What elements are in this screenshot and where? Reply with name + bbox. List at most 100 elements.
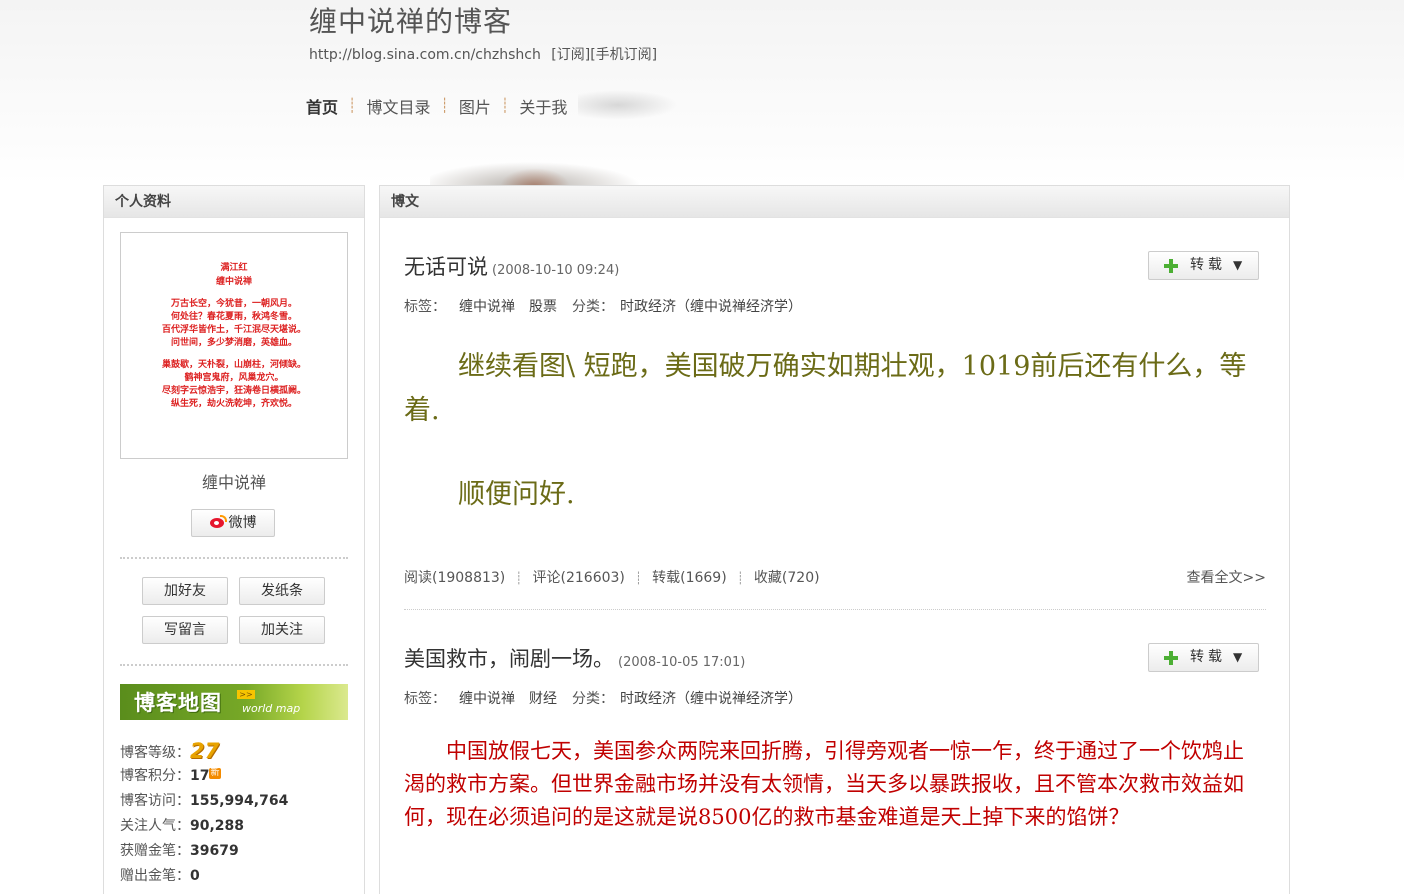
post-time: (2008-10-10 09:24) <box>492 263 620 278</box>
post-divider <box>404 609 1266 610</box>
stat-label: 博客积分： <box>120 768 190 784</box>
subscribe-link[interactable]: [订阅] <box>551 47 590 63</box>
blog-map-subtitle: world map <box>242 702 301 715</box>
stat-visits: 博客访问：155,994,764 <box>120 789 288 814</box>
poem-title: 满江红 <box>220 263 248 273</box>
divider <box>120 557 348 559</box>
stat-level: 博客等级：27 <box>120 739 288 764</box>
poem-line: 万古长空，今犹昔，一朝风月。 <box>170 299 297 309</box>
ink-splash-decoration <box>578 90 678 120</box>
repost-button[interactable]: 转载 ▼ <box>1148 251 1259 280</box>
stat-received-pens: 获赠金笔：39679 <box>120 839 288 864</box>
stat-given-pens: 赠出金笔：0 <box>120 864 288 889</box>
blog-stats: 博客等级：27 博客积分：17新 博客访问：155,994,764 关注人气：9… <box>120 739 288 889</box>
caret-down-icon: ▼ <box>1233 650 1243 664</box>
repost-count[interactable]: 转载(1669) <box>652 570 727 586</box>
poem-line: 问世间，多少梦消磨，英雄血。 <box>170 338 297 348</box>
mobile-subscribe-link[interactable]: [手机订阅] <box>590 47 657 63</box>
plus-icon <box>1164 651 1178 665</box>
post-item: 无话可说 (2008-10-10 09:24) 转载 ▼ 标签： 缠中说禅 股票 分类：… <box>404 251 1266 591</box>
blog-url-line: http://blog.sina.com.cn/chzhshch [订阅][手机… <box>309 44 657 64</box>
plus-icon <box>1164 259 1178 273</box>
category-link[interactable]: 时政经济（缠中说禅经济学） <box>620 691 802 707</box>
weibo-icon <box>209 515 227 529</box>
repost-label: 转载 <box>1190 649 1226 665</box>
tag-link[interactable]: 财经 <box>529 691 557 707</box>
repost-label: 转载 <box>1190 257 1226 273</box>
blog-map-title: 博客地图 <box>134 691 222 715</box>
articles-panel-title: 博文 <box>380 186 1289 218</box>
tag-link[interactable]: 股票 <box>529 299 557 315</box>
caret-down-icon: ▼ <box>1233 258 1243 272</box>
new-badge: 新 <box>209 768 221 779</box>
poem-line: 百代浮华皆作土，千江泯尽天堪说。 <box>161 325 306 335</box>
nav-separator: ┊ <box>440 98 449 114</box>
favorite-link[interactable]: 收藏(720) <box>754 570 820 586</box>
action-separator: ┊ <box>634 571 643 585</box>
read-count[interactable]: 阅读(1908813) <box>404 570 505 586</box>
comment-link[interactable]: 评论(216603) <box>533 570 625 586</box>
post-meta: 标签： 缠中说禅 财经 分类： 时政经济（缠中说禅经济学） <box>404 688 802 708</box>
weibo-button[interactable]: 微博 <box>191 509 275 537</box>
blog-points-value: 17 <box>190 768 210 784</box>
tags-label: 标签： <box>404 691 446 707</box>
given-pens-value: 0 <box>190 868 200 884</box>
blog-page: 缠中说禅的博客 http://blog.sina.com.cn/chzhshch… <box>0 0 1404 894</box>
action-separator: ┊ <box>736 571 744 585</box>
post-title-line: 美国救市，闹剧一场。 (2008-10-05 17:01) <box>404 643 745 673</box>
category-label: 分类： <box>572 299 614 315</box>
post-actions: 阅读(1908813) ┊ 评论(216603) ┊ 转载(1669) ┊ 收藏(720) <box>404 567 820 587</box>
post-body-paragraph: 顺便问好. <box>404 479 575 510</box>
blog-url-link[interactable]: http://blog.sina.com.cn/chzhshch <box>309 47 541 63</box>
profile-panel: 个人资料 满江红 缠中说禅 万古长空，今犹昔，一朝风月。 何处往？春花夏雨，秋鸿… <box>103 185 365 894</box>
post-body-paragraph: 继续看图\ 短跑，美国破万确实如期壮观，1019前后还有什么，等着. <box>404 351 1247 426</box>
articles-panel: 博文 无话可说 (2008-10-10 09:24) 转载 ▼ 标签： 缠中说禅 股票… <box>379 185 1290 894</box>
stat-label: 博客访问： <box>120 793 190 809</box>
tags-label: 标签： <box>404 299 446 315</box>
avatar-poem: 满江红 缠中说禅 万古长空，今犹昔，一朝风月。 何处往？春花夏雨，秋鸿冬雪。 百… <box>121 261 347 411</box>
tag-link[interactable]: 缠中说禅 <box>459 691 515 707</box>
poem-line: 何处往？春花夏雨，秋鸿冬雪。 <box>170 312 297 322</box>
post-title[interactable]: 美国救市，闹剧一场。 <box>404 647 614 671</box>
blog-visits-value: 155,994,764 <box>190 793 289 809</box>
divider <box>120 664 348 666</box>
nickname[interactable]: 缠中说禅 <box>104 469 364 493</box>
repost-button[interactable]: 转载 ▼ <box>1148 643 1259 672</box>
poem-line: 巢鼓歇，天朴裂，山崩柱，河倾缺。 <box>161 360 306 370</box>
nav-home[interactable]: 首页 <box>306 94 348 118</box>
category-link[interactable]: 时政经济（缠中说禅经济学） <box>620 299 802 315</box>
ink-rock-decoration <box>430 160 650 186</box>
nav-photos[interactable]: 图片 <box>449 94 501 118</box>
stat-label: 关注人气： <box>120 818 190 834</box>
avatar[interactable]: 满江红 缠中说禅 万古长空，今犹昔，一朝风月。 何处往？春花夏雨，秋鸿冬雪。 百… <box>120 232 348 459</box>
poem-line: 尽刻字云惊浩宇，狂涛卷日横孤阙。 <box>161 386 306 396</box>
category-label: 分类： <box>572 691 614 707</box>
post-item: 美国救市，闹剧一场。 (2008-10-05 17:01) 转载 ▼ 标签： 缠中说… <box>404 643 1266 894</box>
post-title[interactable]: 无话可说 <box>404 255 488 279</box>
stat-points: 博客积分：17新 <box>120 764 288 789</box>
add-friend-button[interactable]: 加好友 <box>142 577 228 605</box>
stat-label: 获赠金笔： <box>120 843 190 859</box>
weibo-label: 微博 <box>228 515 257 531</box>
blog-level-value: 27 <box>190 739 220 763</box>
main-nav: 首页 ┊ 博文目录 ┊ 图片 ┊ 关于我 <box>306 94 577 118</box>
read-more-link[interactable]: 查看全文>> <box>1187 567 1266 587</box>
blog-title[interactable]: 缠中说禅的博客 <box>309 0 512 40</box>
stat-popularity: 关注人气：90,288 <box>120 814 288 839</box>
action-separator: ┊ <box>515 571 523 585</box>
send-note-button[interactable]: 发纸条 <box>239 577 325 605</box>
tag-link[interactable]: 缠中说禅 <box>459 299 515 315</box>
follow-button[interactable]: 加关注 <box>239 616 325 644</box>
stat-label: 博客等级： <box>120 745 190 761</box>
stat-label: 赠出金笔： <box>120 868 190 884</box>
poem-line: 鹤神宫鬼府，风巢龙穴。 <box>184 373 284 383</box>
nav-articles[interactable]: 博文目录 <box>356 94 440 118</box>
popularity-value: 90,288 <box>190 818 245 834</box>
post-time: (2008-10-05 17:01) <box>618 655 746 670</box>
profile-panel-title: 个人资料 <box>104 186 364 218</box>
post-body-paragraph: 中国放假七天，美国参众两院来回折腾，引得旁观者一惊一乍，终于通过了一个饮鸩止渴的… <box>404 739 1244 829</box>
nav-separator: ┊ <box>500 98 510 114</box>
blog-map-banner[interactable]: 博客地图 >> world map <box>120 684 348 720</box>
nav-about[interactable]: 关于我 <box>509 94 577 118</box>
leave-message-button[interactable]: 写留言 <box>142 616 228 644</box>
